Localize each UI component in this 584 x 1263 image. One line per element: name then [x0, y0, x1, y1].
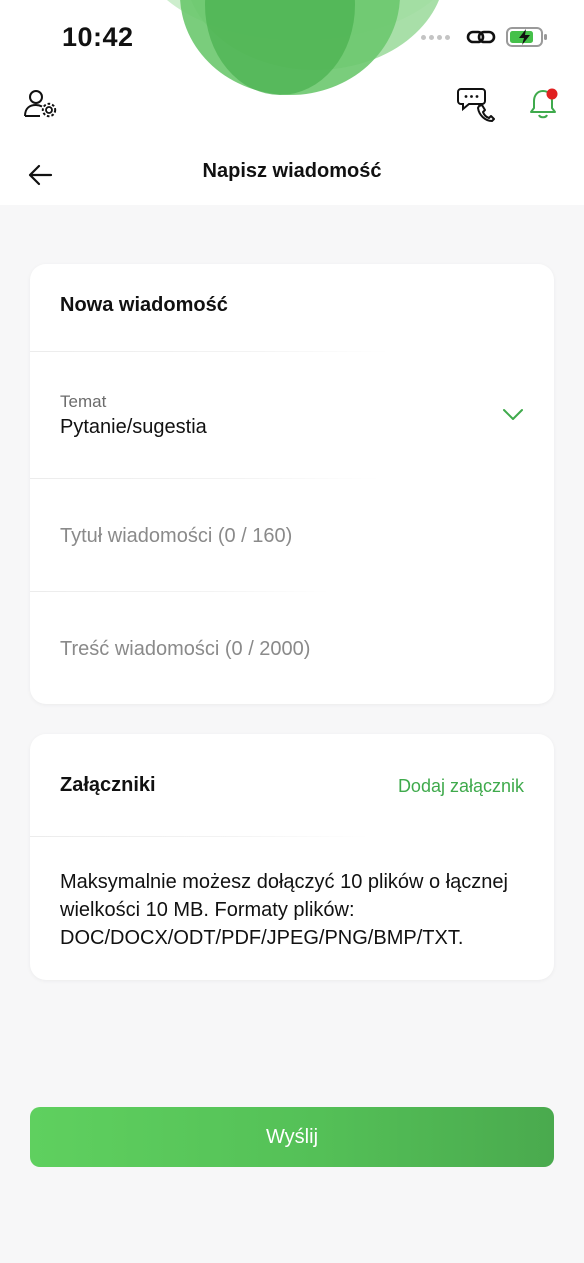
attachments-title: Załączniki	[60, 774, 156, 796]
status-icons	[421, 26, 548, 48]
topic-label: Temat	[60, 392, 107, 411]
message-title-placeholder: Tytuł wiadomości (0 / 160)	[60, 525, 293, 547]
attachments-info: Maksymalnie możesz dołączyć 10 plików o …	[60, 871, 508, 949]
add-attachment-link[interactable]: Dodaj załącznik	[398, 776, 524, 797]
user-settings-icon[interactable]	[22, 88, 60, 120]
link-icon	[466, 30, 496, 44]
status-time: 10:42	[62, 22, 134, 52]
message-body-placeholder: Treść wiadomości (0 / 2000)	[60, 638, 311, 660]
new-message-title: Nowa wiadomość	[60, 294, 228, 316]
topic-value: Pytanie/sugestia	[60, 416, 207, 438]
page-title: Napisz wiadomość	[202, 160, 382, 182]
signal-icon	[421, 34, 450, 40]
chat-phone-icon[interactable]	[456, 86, 496, 122]
topic-select[interactable]: Temat Pytanie/sugestia	[30, 352, 554, 478]
header-area: 10:42 Napisz wiadomość	[0, 0, 584, 205]
message-title-input[interactable]: Tytuł wiadomości (0 / 160)	[30, 479, 554, 591]
send-button[interactable]: Wyślij	[30, 1107, 554, 1167]
battery-icon	[506, 27, 547, 47]
chevron-down-icon	[503, 409, 523, 420]
message-body-input[interactable]: Treść wiadomości (0 / 2000)	[30, 592, 554, 704]
new-message-card: Nowa wiadomość Temat Pytanie/sugestia Ty…	[30, 264, 554, 704]
attachments-card: Załączniki Dodaj załącznik Maksymalnie m…	[30, 734, 554, 980]
notification-bell-icon[interactable]	[526, 86, 562, 122]
divider	[30, 836, 370, 837]
decorative-green-blob	[167, 0, 439, 95]
